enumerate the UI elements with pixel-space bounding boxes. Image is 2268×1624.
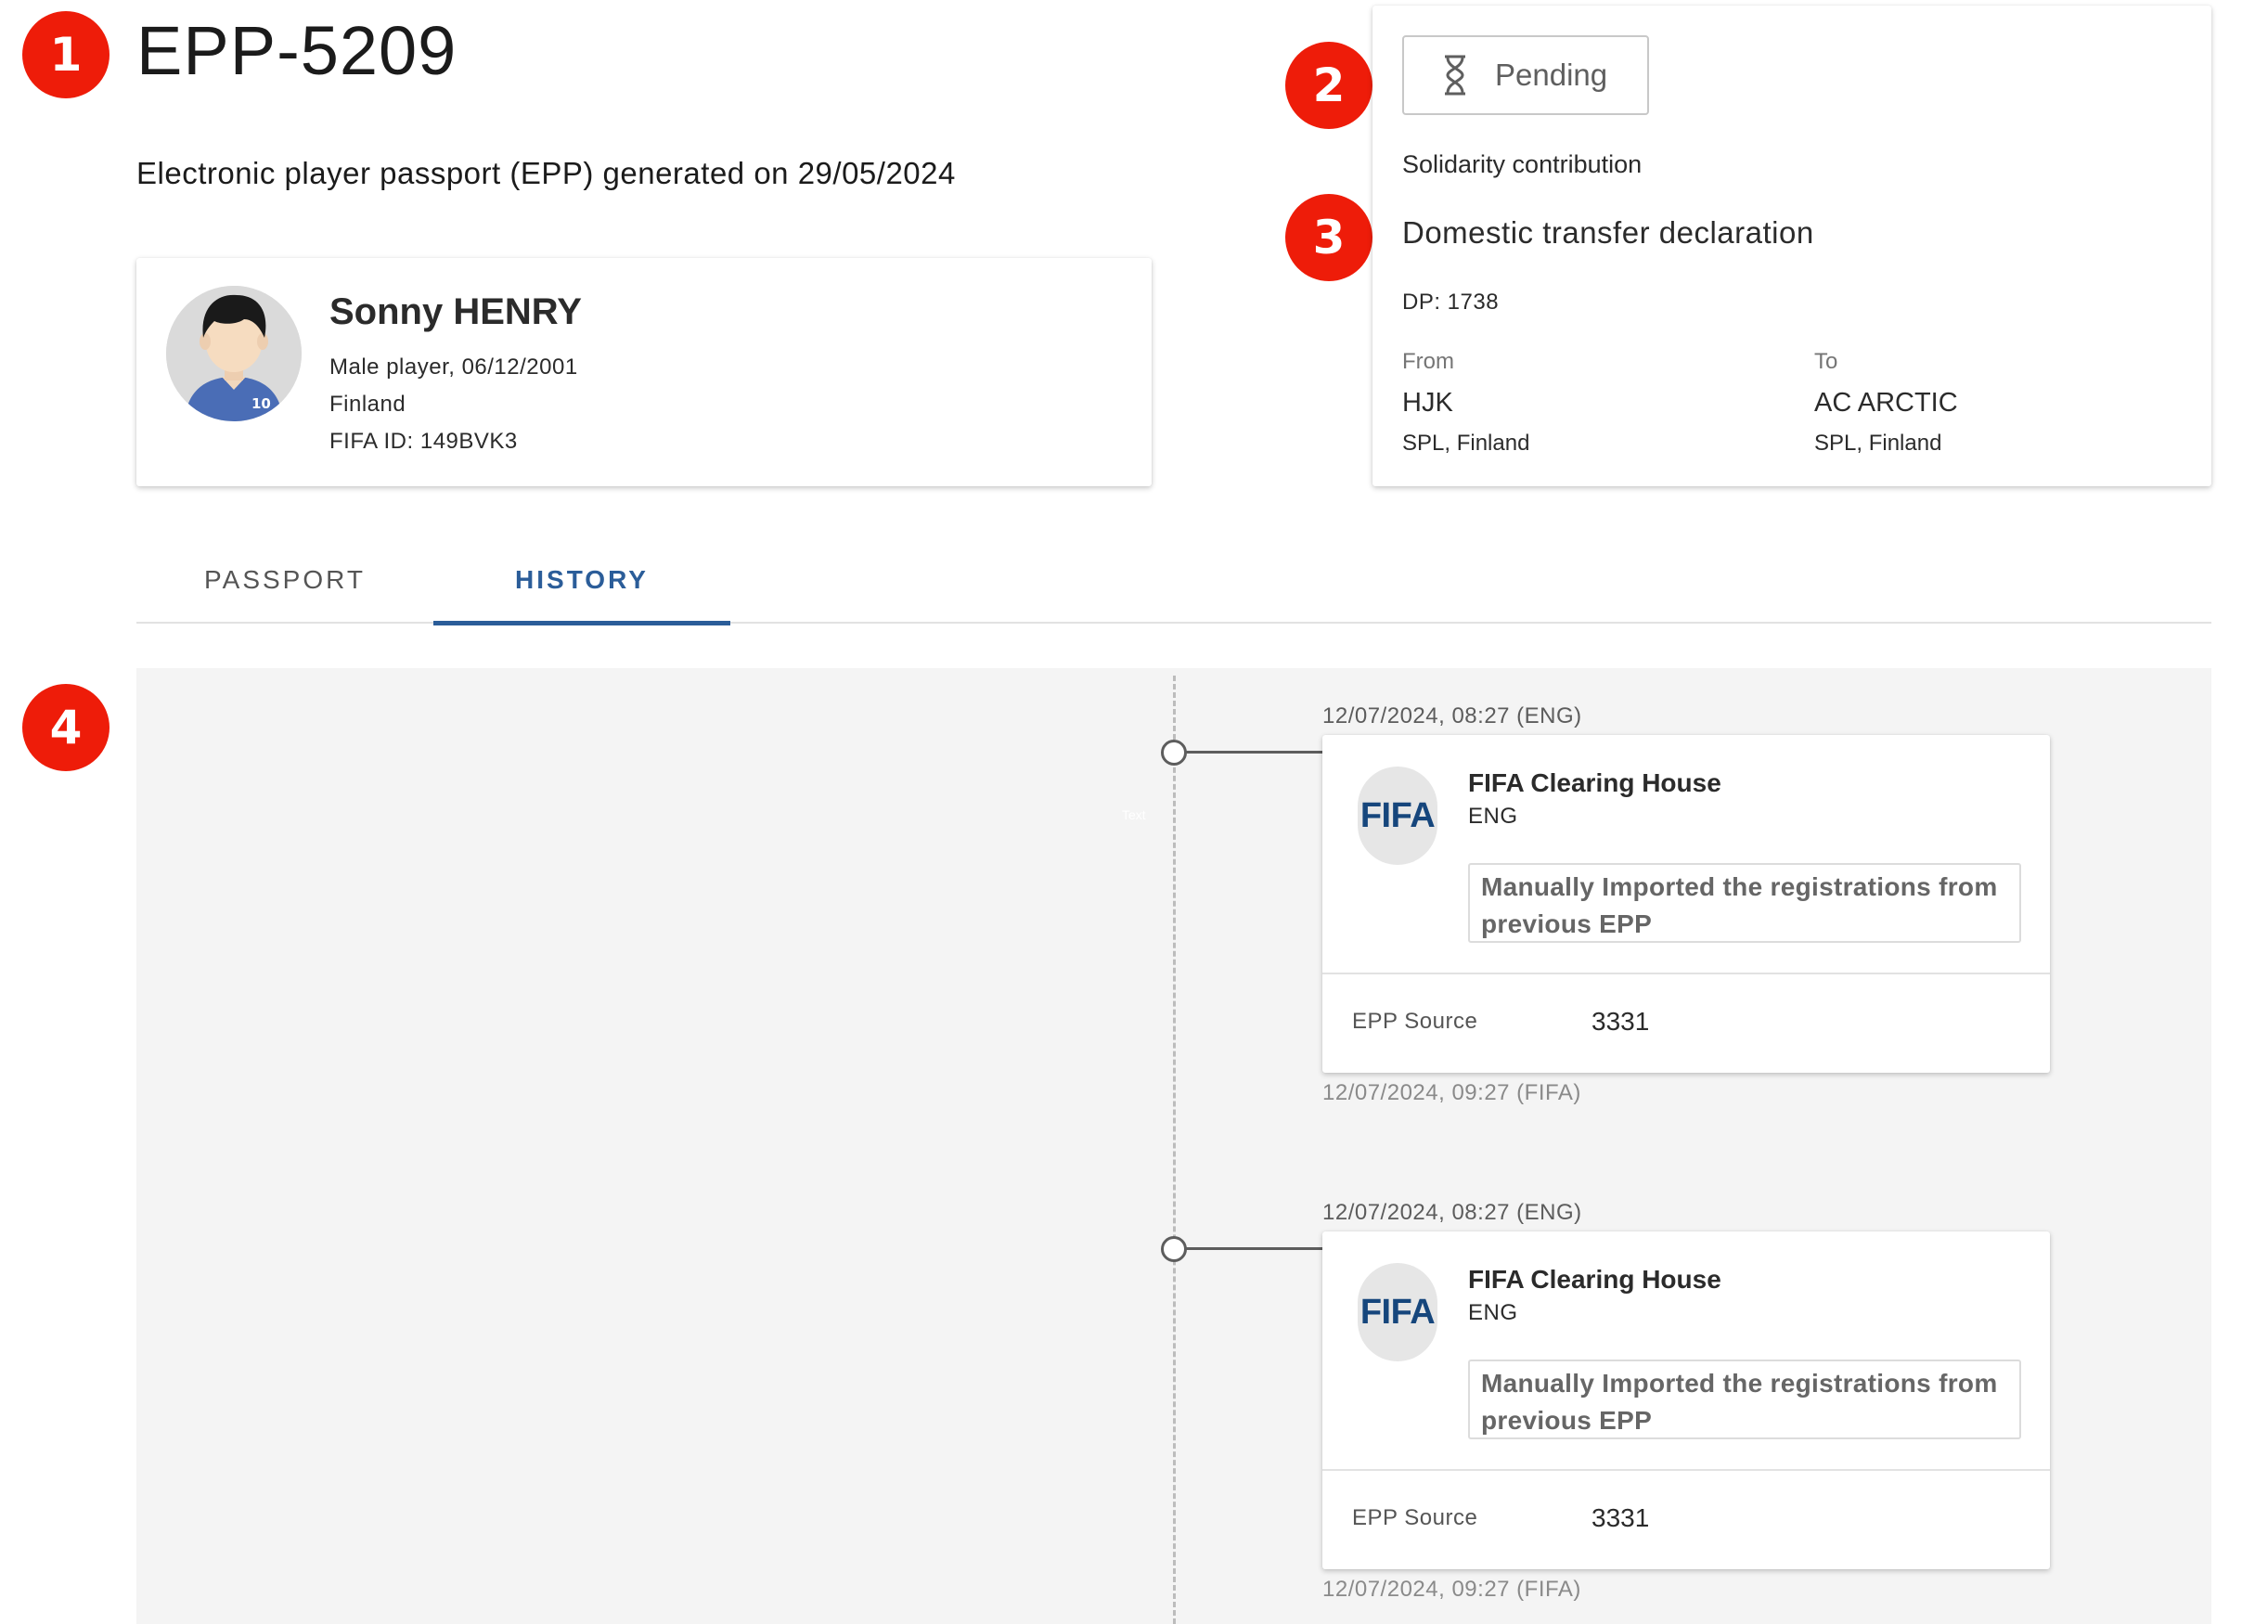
entry-source-label: EPP Source xyxy=(1352,1009,1478,1034)
page-title: EPP-5209 xyxy=(136,12,457,89)
entry-time-top: 12/07/2024, 08:27 (ENG) xyxy=(1322,703,1582,728)
transfer-declaration: Domestic transfer declaration xyxy=(1402,215,1814,250)
to-league: SPL, Finland xyxy=(1814,431,1942,456)
annotation-badge-2: 2 xyxy=(1285,42,1372,129)
player-card: 10 Sonny HENRY Male player, 06/12/2001 F… xyxy=(136,258,1152,486)
page-subtitle: Electronic player passport (EPP) generat… xyxy=(136,156,956,190)
timeline-node xyxy=(1161,1236,1187,1262)
from-league: SPL, Finland xyxy=(1402,431,1530,456)
fifa-logo-icon: FIFA xyxy=(1358,1263,1437,1361)
tab-history[interactable]: HISTORY xyxy=(433,536,730,625)
player-fifa-id: FIFA ID: 149BVK3 xyxy=(329,429,518,454)
player-name: Sonny HENRY xyxy=(329,291,582,332)
transfer-dp: DP: 1738 xyxy=(1402,290,1500,315)
entry-organization: FIFA Clearing House xyxy=(1468,1265,1721,1294)
shirt-number: 10 xyxy=(251,395,271,412)
timeline-entry: 12/07/2024, 08:27 (ENG) FIFA FIFA Cleari… xyxy=(136,668,2211,1105)
entry-time-bottom: 12/07/2024, 09:27 (FIFA) xyxy=(1322,1577,1581,1602)
annotation-badge-4: 4 xyxy=(22,684,110,771)
entry-card[interactable]: FIFA FIFA Clearing House ENG Manually Im… xyxy=(1322,1231,2050,1569)
player-country: Finland xyxy=(329,392,406,417)
entry-source-label: EPP Source xyxy=(1352,1505,1478,1530)
entry-note: Manually Imported the registrations from… xyxy=(1468,1360,2021,1439)
to-club: AC ARCTIC xyxy=(1814,388,1958,418)
to-label: To xyxy=(1814,349,1838,374)
player-details: Male player, 06/12/2001 xyxy=(329,354,578,380)
from-label: From xyxy=(1402,349,1454,374)
annotation-badge-1: 1 xyxy=(22,11,110,98)
entry-divider xyxy=(1322,1469,2050,1471)
timeline-connector xyxy=(1186,751,1324,754)
transfer-type: Solidarity contribution xyxy=(1402,150,1643,178)
entry-time-top: 12/07/2024, 08:27 (ENG) xyxy=(1322,1200,1582,1225)
hourglass-icon xyxy=(1445,55,1465,96)
entry-card[interactable]: FIFA FIFA Clearing House ENG Manually Im… xyxy=(1322,735,2050,1073)
entry-country: ENG xyxy=(1468,804,1518,829)
entry-time-bottom: 12/07/2024, 09:27 (FIFA) xyxy=(1322,1080,1581,1105)
status-button[interactable]: Pending xyxy=(1402,35,1649,115)
entry-source-value: 3331 xyxy=(1591,1503,1650,1532)
entry-note: Manually Imported the registrations from… xyxy=(1468,863,2021,943)
tab-bar: PASSPORT HISTORY xyxy=(136,536,2211,625)
fifa-logo-icon: FIFA xyxy=(1358,767,1437,865)
player-avatar: 10 xyxy=(166,286,302,421)
timeline-entry: 12/07/2024, 08:27 (ENG) FIFA FIFA Cleari… xyxy=(136,1165,2211,1602)
entry-divider xyxy=(1322,973,2050,974)
entry-organization: FIFA Clearing House xyxy=(1468,768,1721,797)
timeline-connector xyxy=(1186,1247,1324,1250)
annotation-badge-3: 3 xyxy=(1285,194,1372,281)
from-club: HJK xyxy=(1402,388,1453,418)
timeline-node xyxy=(1161,740,1187,766)
status-label: Pending xyxy=(1495,58,1608,92)
transfer-card: Pending Solidarity contribution Domestic… xyxy=(1372,6,2211,486)
tab-passport[interactable]: PASSPORT xyxy=(136,536,433,624)
player-avatar-icon: 10 xyxy=(166,286,302,421)
entry-source-value: 3331 xyxy=(1591,1007,1650,1036)
entry-country: ENG xyxy=(1468,1300,1518,1325)
history-timeline: Text 12/07/2024, 08:27 (ENG) FIFA FIFA C… xyxy=(136,668,2211,1624)
